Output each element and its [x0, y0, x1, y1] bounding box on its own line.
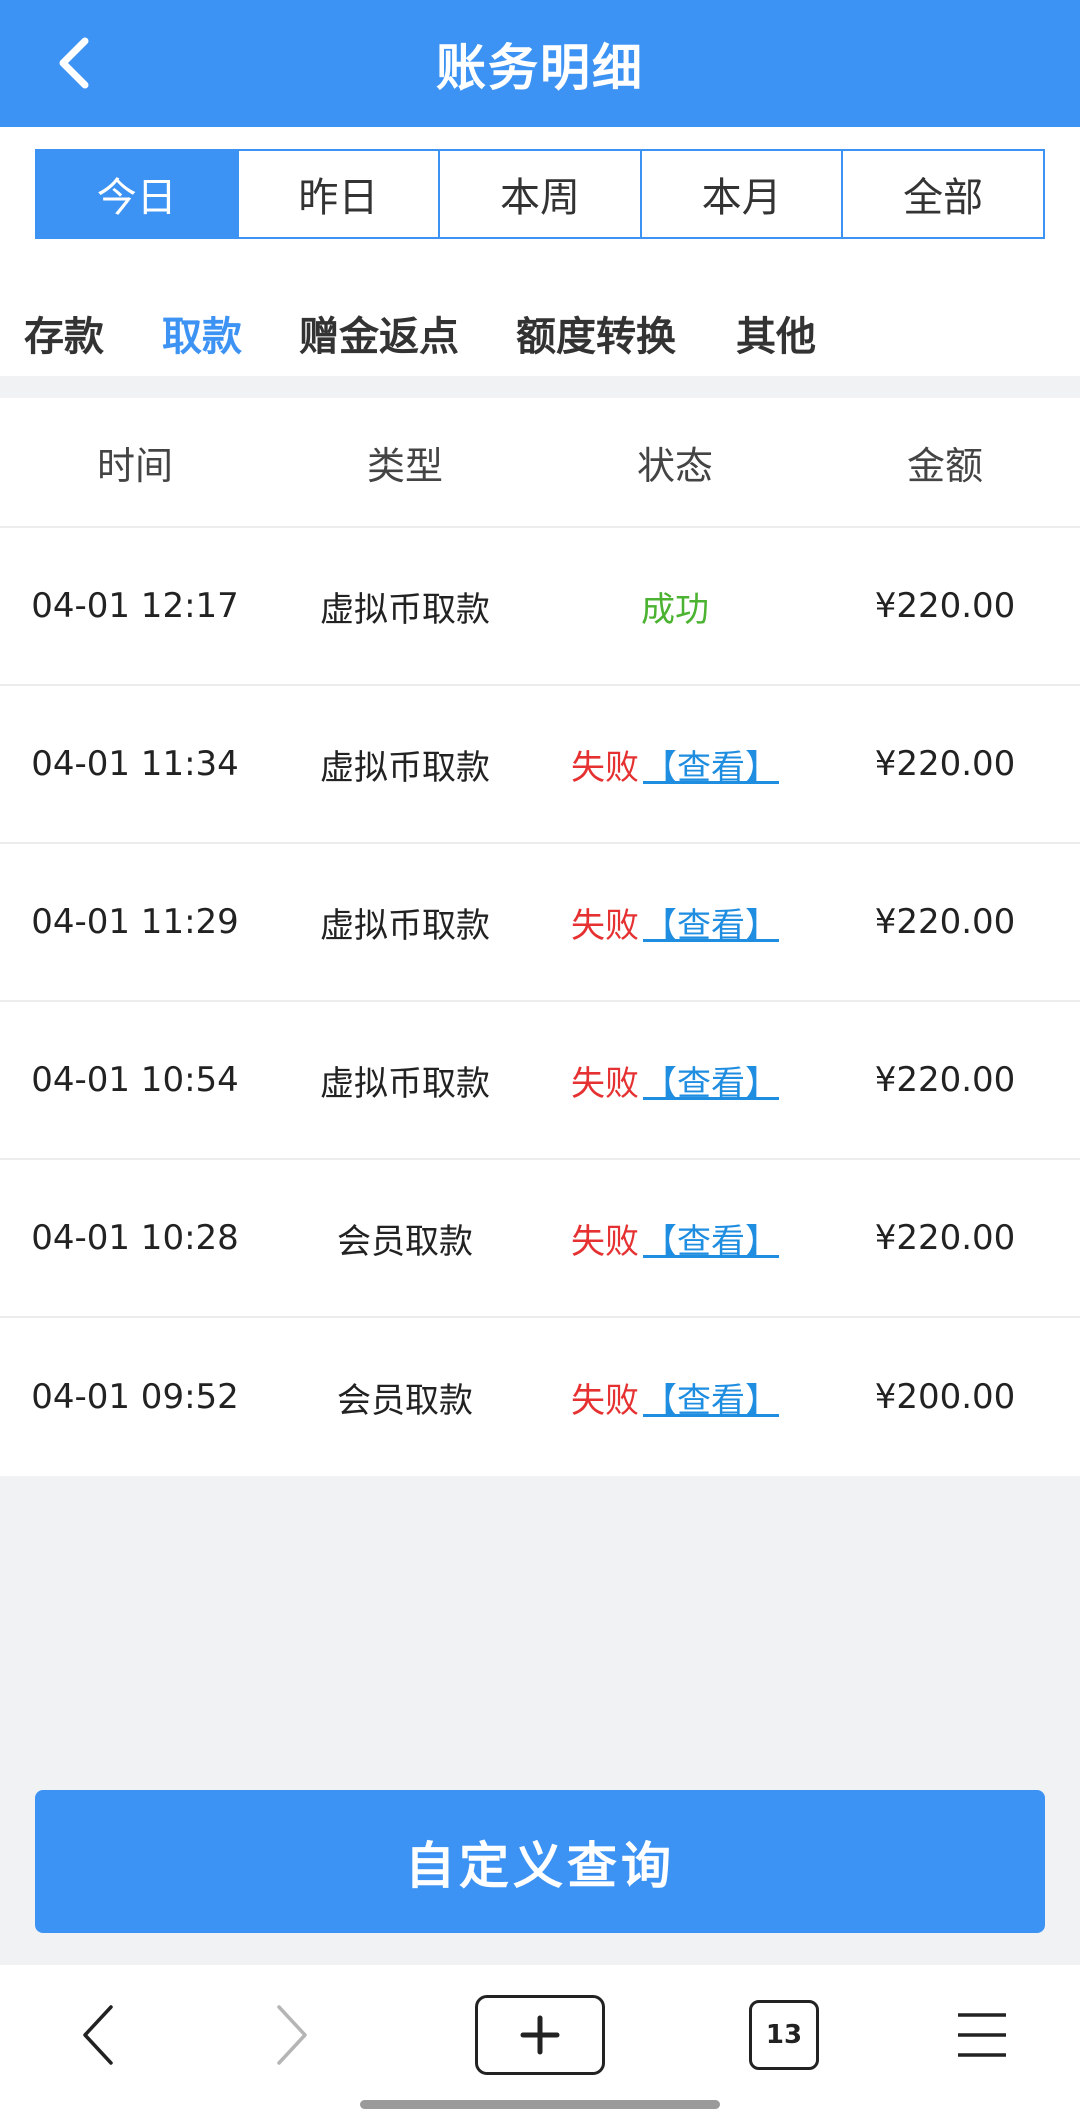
row-status: 失败 【查看】 — [540, 1214, 810, 1263]
chevron-left-icon — [59, 37, 89, 89]
tab-count-button[interactable]: 13 — [749, 2000, 819, 2070]
browser-forward-button[interactable] — [262, 1995, 322, 2075]
status-fail-text: 失败 — [571, 747, 639, 788]
row-time: 04-01 09:52 — [31, 1377, 239, 1417]
row-type: 虚拟币取款 — [320, 589, 490, 630]
browser-toolbar: 13 — [0, 1965, 1080, 2117]
view-detail-link[interactable]: 【查看】 — [643, 1056, 779, 1105]
status-fail-text: 失败 — [571, 1380, 639, 1421]
row-amount: ¥220.00 — [874, 1218, 1016, 1258]
row-time: 04-01 11:34 — [31, 744, 239, 784]
row-amount: ¥200.00 — [874, 1377, 1016, 1417]
menu-icon — [958, 2013, 1006, 2057]
row-type: 虚拟币取款 — [320, 1063, 490, 1104]
row-type: 虚拟币取款 — [320, 905, 490, 946]
period-tabs: 今日 昨日 本周 本月 全部 — [35, 149, 1045, 239]
row-type: 会员取款 — [337, 1380, 473, 1421]
home-indicator[interactable] — [360, 2100, 720, 2109]
table-row: 04-01 11:29 虚拟币取款 失败 【查看】 ¥220.00 — [0, 844, 1080, 1002]
tab-deposit[interactable]: 存款 — [24, 304, 104, 362]
row-amount: ¥220.00 — [874, 744, 1016, 784]
view-detail-link[interactable]: 【查看】 — [643, 1373, 779, 1422]
row-status: 失败 【查看】 — [540, 898, 810, 947]
period-filter-bar: 今日 昨日 本周 本月 全部 — [0, 127, 1080, 254]
row-time: 04-01 10:54 — [31, 1060, 239, 1100]
new-tab-button[interactable] — [475, 1995, 605, 2075]
row-amount: ¥220.00 — [874, 586, 1016, 626]
table-row: 04-01 12:17 虚拟币取款 成功 ¥220.00 — [0, 528, 1080, 686]
row-time: 04-01 11:29 — [31, 902, 239, 942]
table-row: 04-01 09:52 会员取款 失败 【查看】 ¥200.00 — [0, 1318, 1080, 1476]
chevron-right-icon — [277, 2005, 307, 2065]
tab-today[interactable]: 今日 — [37, 151, 239, 237]
view-detail-link[interactable]: 【查看】 — [643, 740, 779, 789]
column-header-time: 时间 — [96, 443, 173, 488]
transaction-table: 时间 类型 状态 金额 04-01 12:17 虚拟币取款 成功 ¥220.00… — [0, 398, 1080, 1476]
page-title: 账务明细 — [436, 38, 644, 97]
browser-back-button[interactable] — [68, 1995, 128, 2075]
table-row: 04-01 10:54 虚拟币取款 失败 【查看】 ¥220.00 — [0, 1002, 1080, 1160]
table-row: 04-01 10:28 会员取款 失败 【查看】 ¥220.00 — [0, 1160, 1080, 1318]
row-time: 04-01 12:17 — [31, 586, 239, 626]
status-success-text: 成功 — [641, 589, 709, 630]
row-status: 失败 【查看】 — [540, 740, 810, 789]
row-amount: ¥220.00 — [874, 1060, 1016, 1100]
header-bar: 账务明细 — [0, 0, 1080, 127]
chevron-left-icon — [83, 2005, 113, 2065]
row-type: 虚拟币取款 — [320, 747, 490, 788]
custom-query-button[interactable]: 自定义查询 — [35, 1790, 1045, 1933]
tab-other[interactable]: 其他 — [736, 304, 816, 362]
view-detail-link[interactable]: 【查看】 — [643, 1214, 779, 1263]
back-button[interactable] — [44, 30, 104, 96]
category-tabs: 存款 取款 赠金返点 额度转换 其他 — [0, 254, 1080, 376]
status-fail-text: 失败 — [571, 1063, 639, 1104]
tab-yesterday[interactable]: 昨日 — [238, 151, 441, 237]
status-fail-text: 失败 — [571, 905, 639, 946]
column-header-amount: 金额 — [906, 443, 983, 488]
table-header: 时间 类型 状态 金额 — [0, 398, 1080, 528]
status-fail-text: 失败 — [571, 1221, 639, 1262]
row-type: 会员取款 — [337, 1221, 473, 1262]
tab-withdraw[interactable]: 取款 — [162, 304, 242, 362]
tab-credit-transfer[interactable]: 额度转换 — [516, 304, 676, 362]
tab-this-week[interactable]: 本周 — [440, 151, 642, 237]
table-row: 04-01 11:34 虚拟币取款 失败 【查看】 ¥220.00 — [0, 686, 1080, 844]
tab-all[interactable]: 全部 — [843, 151, 1043, 237]
column-header-status: 状态 — [636, 443, 713, 488]
tab-this-month[interactable]: 本月 — [641, 151, 844, 237]
row-status: 失败 【查看】 — [540, 1373, 810, 1422]
tab-bonus-rebate[interactable]: 赠金返点 — [299, 304, 459, 362]
column-header-type: 类型 — [366, 443, 443, 488]
row-status: 成功 — [540, 582, 810, 631]
row-time: 04-01 10:28 — [31, 1218, 239, 1258]
browser-menu-button[interactable] — [952, 1995, 1012, 2075]
row-status: 失败 【查看】 — [540, 1056, 810, 1105]
plus-icon — [520, 2015, 560, 2055]
row-amount: ¥220.00 — [874, 902, 1016, 942]
view-detail-link[interactable]: 【查看】 — [643, 898, 779, 947]
